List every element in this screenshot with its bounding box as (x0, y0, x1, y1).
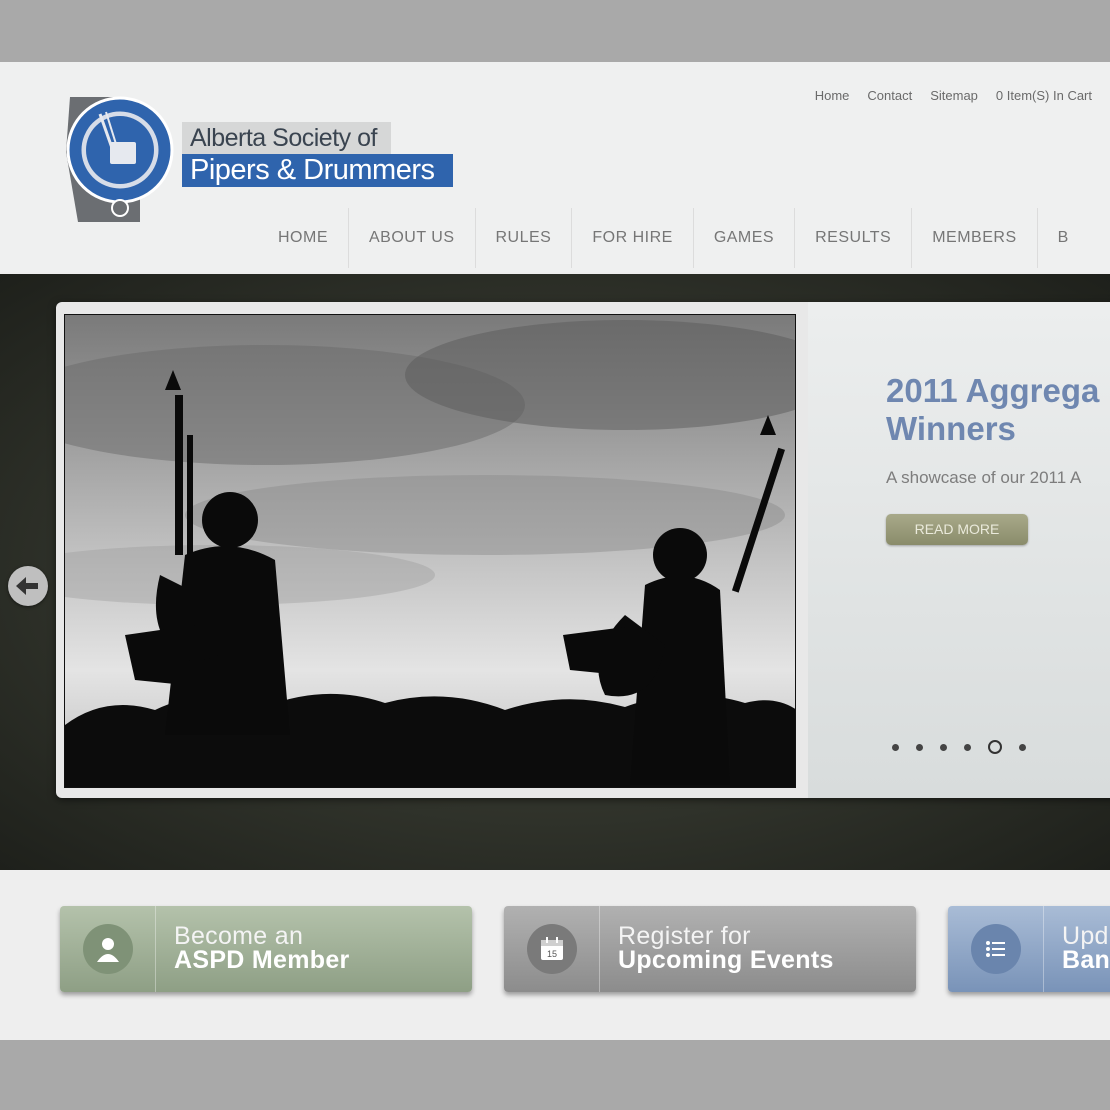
slide-description: A showcase of our 2011 A (886, 468, 1082, 487)
nav-item-home[interactable]: HOME (258, 208, 349, 268)
calendar-icon: 15 (526, 924, 577, 974)
util-link-contact[interactable]: Contact (867, 88, 912, 103)
slide-caption-panel: 2011 Aggrega Winners A showcase of our 2… (808, 302, 1110, 798)
member-icon (82, 924, 133, 974)
list-icon (970, 924, 1021, 974)
util-link-cart[interactable]: 0 Item(S) In Cart (996, 88, 1092, 103)
promo-bar: Become an ASPD Member 15 Register for Up… (0, 870, 1110, 1040)
slide-dot-5-active[interactable] (988, 740, 1002, 754)
slide-dot-2[interactable] (916, 743, 923, 751)
web-page: Alberta Society of Pipers & Drummers Hom… (0, 62, 1110, 1040)
promo-line-2: Upcoming Events (618, 946, 834, 974)
util-link-home[interactable]: Home (815, 88, 850, 103)
update-band-button[interactable]: Upd Ban (948, 906, 1110, 992)
promo-icon-cell (948, 906, 1044, 992)
promo-line-2: ASPD Member (174, 946, 350, 974)
site-header: Alberta Society of Pipers & Drummers Hom… (0, 62, 1110, 272)
nav-item-rules[interactable]: RULES (476, 208, 573, 268)
hero-slider: 2011 Aggrega Winners A showcase of our 2… (0, 274, 1110, 870)
previous-slide-button[interactable] (8, 566, 48, 606)
slide-dot-1[interactable] (892, 743, 899, 751)
calendar-day: 15 (546, 949, 556, 959)
arrow-left-icon (16, 577, 38, 595)
util-link-sitemap[interactable]: Sitemap (930, 88, 978, 103)
slide-photo-pipers-silhouette[interactable] (64, 314, 796, 788)
nav-item-members[interactable]: MEMBERS (912, 208, 1038, 268)
slide-title-line-1: 2011 Aggrega (886, 372, 1100, 409)
become-member-button[interactable]: Become an ASPD Member (60, 906, 472, 992)
logo-line-1: Alberta Society of (182, 122, 391, 154)
slide-title: 2011 Aggrega Winners (886, 372, 1110, 448)
slide-dot-6[interactable] (1019, 743, 1026, 751)
nav-item-about-us[interactable]: ABOUT US (349, 208, 476, 268)
nav-item-games[interactable]: GAMES (694, 208, 796, 268)
slide-dot-4[interactable] (964, 743, 971, 751)
register-events-button[interactable]: 15 Register for Upcoming Events (504, 906, 916, 992)
read-more-button[interactable]: READ MORE (886, 514, 1028, 545)
slide-frame: 2011 Aggrega Winners A showcase of our 2… (56, 302, 1110, 798)
nav-item-results[interactable]: RESULTS (795, 208, 913, 268)
slide-title-line-2: Winners (886, 410, 1016, 447)
slide-dot-3[interactable] (940, 743, 947, 751)
pipers-silhouette-image (65, 315, 795, 787)
alberta-crest-icon (66, 96, 174, 222)
nav-item-truncated[interactable]: B (1038, 208, 1089, 268)
promo-icon-cell: 15 (504, 906, 600, 992)
promo-line-2: Ban (1062, 946, 1110, 974)
slide-pagination (892, 740, 1026, 754)
promo-icon-cell (60, 906, 156, 992)
utility-nav: Home Contact Sitemap 0 Item(S) In Cart (815, 88, 1092, 103)
main-nav: HOME ABOUT US RULES FOR HIRE GAMES RESUL… (258, 208, 1089, 268)
nav-item-for-hire[interactable]: FOR HIRE (572, 208, 694, 268)
logo-line-2: Pipers & Drummers (182, 154, 453, 187)
